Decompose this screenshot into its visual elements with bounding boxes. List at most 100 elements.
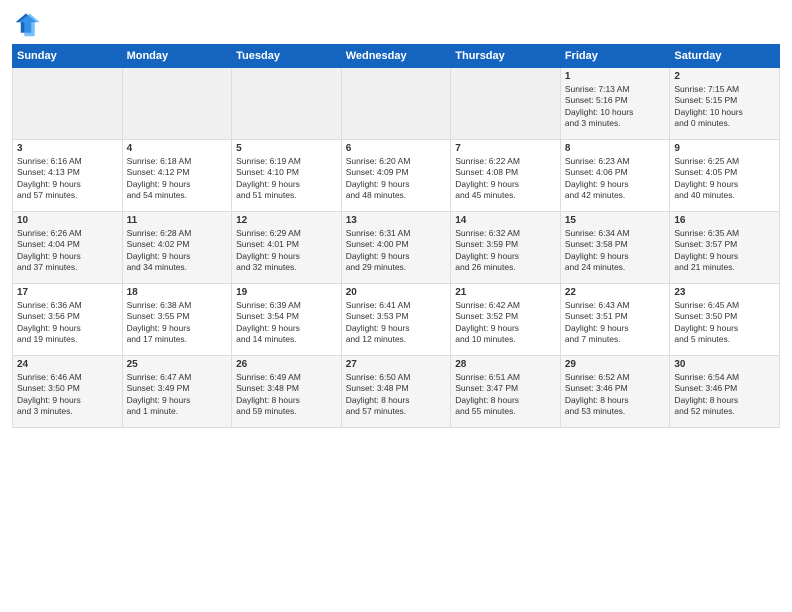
day-number: 19	[236, 287, 337, 298]
day-cell	[232, 68, 342, 140]
day-number: 14	[455, 215, 556, 226]
day-cell: 26Sunrise: 6:49 AMSunset: 3:48 PMDayligh…	[232, 356, 342, 428]
day-cell: 24 Sunrise: 6:46 AMSunset: 3:50 PMDayligh…	[13, 356, 123, 428]
day-info: Sunrise: 6:20 AMSunset: 4:09 PMDaylight:…	[346, 156, 447, 202]
day-info: Sunrise: 6:54 AMSunset: 3:46 PMDaylight:…	[674, 372, 775, 418]
day-cell: 12 Sunrise: 6:29 AMSunset: 4:01 PMDayligh…	[232, 212, 342, 284]
day-cell: 6 Sunrise: 6:20 AMSunset: 4:09 PMDaylight…	[341, 140, 451, 212]
day-info: Sunrise: 6:51 AMSunset: 3:47 PMDaylight:…	[455, 372, 556, 418]
day-number: 16	[674, 215, 775, 226]
day-cell: 17 Sunrise: 6:36 AMSunset: 3:56 PMDayligh…	[13, 284, 123, 356]
day-header-wednesday: Wednesday	[341, 45, 451, 68]
day-cell: 27Sunrise: 6:50 AMSunset: 3:48 PMDayligh…	[341, 356, 451, 428]
day-cell	[451, 68, 561, 140]
day-cell	[341, 68, 451, 140]
day-info: Sunrise: 6:31 AMSunset: 4:00 PMDaylight:…	[346, 228, 447, 274]
day-info: Sunrise: 6:42 AMSunset: 3:52 PMDaylight:…	[455, 300, 556, 346]
day-info: Sunrise: 6:28 AMSunset: 4:02 PMDaylight:…	[127, 228, 228, 274]
day-info: Sunrise: 6:26 AMSunset: 4:04 PMDaylight:…	[17, 228, 118, 274]
day-number: 3	[17, 143, 118, 154]
day-header-friday: Friday	[560, 45, 670, 68]
day-info: Sunrise: 6:23 AMSunset: 4:06 PMDaylight:…	[565, 156, 666, 202]
day-cell: 7 Sunrise: 6:22 AMSunset: 4:08 PMDaylight…	[451, 140, 561, 212]
day-cell: 14Sunrise: 6:32 AMSunset: 3:59 PMDayligh…	[451, 212, 561, 284]
day-number: 11	[127, 215, 228, 226]
week-row-3: 10 Sunrise: 6:26 AMSunset: 4:04 PMDayligh…	[13, 212, 780, 284]
day-number: 21	[455, 287, 556, 298]
day-cell: 29Sunrise: 6:52 AMSunset: 3:46 PMDayligh…	[560, 356, 670, 428]
day-number: 15	[565, 215, 666, 226]
day-info: Sunrise: 6:29 AMSunset: 4:01 PMDaylight:…	[236, 228, 337, 274]
day-number: 18	[127, 287, 228, 298]
day-info: Sunrise: 6:45 AMSunset: 3:50 PMDaylight:…	[674, 300, 775, 346]
day-cell: 19Sunrise: 6:39 AMSunset: 3:54 PMDayligh…	[232, 284, 342, 356]
page-container: SundayMondayTuesdayWednesdayThursdayFrid…	[0, 0, 792, 436]
day-header-sunday: Sunday	[13, 45, 123, 68]
day-header-monday: Monday	[122, 45, 232, 68]
day-info: Sunrise: 6:38 AMSunset: 3:55 PMDaylight:…	[127, 300, 228, 346]
day-number: 12	[236, 215, 337, 226]
day-cell	[122, 68, 232, 140]
logo-icon	[12, 10, 40, 38]
day-number: 13	[346, 215, 447, 226]
day-cell: 16 Sunrise: 6:35 AMSunset: 3:57 PMDayligh…	[670, 212, 780, 284]
day-number: 28	[455, 359, 556, 370]
day-header-thursday: Thursday	[451, 45, 561, 68]
week-row-4: 17 Sunrise: 6:36 AMSunset: 3:56 PMDayligh…	[13, 284, 780, 356]
day-info: Sunrise: 6:22 AMSunset: 4:08 PMDaylight:…	[455, 156, 556, 202]
header-row: SundayMondayTuesdayWednesdayThursdayFrid…	[13, 45, 780, 68]
day-info: Sunrise: 6:16 AMSunset: 4:13 PMDaylight:…	[17, 156, 118, 202]
day-number: 1	[565, 71, 666, 82]
day-cell: 30 Sunrise: 6:54 AMSunset: 3:46 PMDayligh…	[670, 356, 780, 428]
day-number: 2	[674, 71, 775, 82]
day-info: Sunrise: 6:25 AMSunset: 4:05 PMDaylight:…	[674, 156, 775, 202]
day-cell: 28 Sunrise: 6:51 AMSunset: 3:47 PMDayligh…	[451, 356, 561, 428]
day-number: 20	[346, 287, 447, 298]
day-number: 8	[565, 143, 666, 154]
week-row-2: 3 Sunrise: 6:16 AMSunset: 4:13 PMDaylight…	[13, 140, 780, 212]
day-info: Sunrise: 6:34 AMSunset: 3:58 PMDaylight:…	[565, 228, 666, 274]
day-number: 17	[17, 287, 118, 298]
day-cell: 10 Sunrise: 6:26 AMSunset: 4:04 PMDayligh…	[13, 212, 123, 284]
day-info: Sunrise: 7:15 AMSunset: 5:15 PMDaylight:…	[674, 84, 775, 130]
day-number: 30	[674, 359, 775, 370]
day-info: Sunrise: 6:41 AMSunset: 3:53 PMDaylight:…	[346, 300, 447, 346]
logo	[12, 10, 44, 38]
day-info: Sunrise: 6:18 AMSunset: 4:12 PMDaylight:…	[127, 156, 228, 202]
day-cell: 4 Sunrise: 6:18 AMSunset: 4:12 PMDaylight…	[122, 140, 232, 212]
day-cell: 11 Sunrise: 6:28 AMSunset: 4:02 PMDayligh…	[122, 212, 232, 284]
day-cell: 13 Sunrise: 6:31 AMSunset: 4:00 PMDayligh…	[341, 212, 451, 284]
header	[12, 10, 780, 38]
day-info: Sunrise: 6:43 AMSunset: 3:51 PMDaylight:…	[565, 300, 666, 346]
day-cell: 15 Sunrise: 6:34 AMSunset: 3:58 PMDayligh…	[560, 212, 670, 284]
day-header-tuesday: Tuesday	[232, 45, 342, 68]
day-number: 9	[674, 143, 775, 154]
calendar-table: SundayMondayTuesdayWednesdayThursdayFrid…	[12, 44, 780, 428]
day-number: 24	[17, 359, 118, 370]
day-cell: 2 Sunrise: 7:15 AMSunset: 5:15 PMDaylight…	[670, 68, 780, 140]
day-number: 23	[674, 287, 775, 298]
day-cell: 23 Sunrise: 6:45 AMSunset: 3:50 PMDayligh…	[670, 284, 780, 356]
day-number: 10	[17, 215, 118, 226]
day-info: Sunrise: 6:50 AMSunset: 3:48 PMDaylight:…	[346, 372, 447, 418]
day-cell: 1 Sunrise: 7:13 AMSunset: 5:16 PMDaylight…	[560, 68, 670, 140]
day-number: 4	[127, 143, 228, 154]
day-info: Sunrise: 6:49 AMSunset: 3:48 PMDaylight:…	[236, 372, 337, 418]
day-number: 6	[346, 143, 447, 154]
day-cell: 20 Sunrise: 6:41 AMSunset: 3:53 PMDayligh…	[341, 284, 451, 356]
day-cell: 22 Sunrise: 6:43 AMSunset: 3:51 PMDayligh…	[560, 284, 670, 356]
day-info: Sunrise: 6:35 AMSunset: 3:57 PMDaylight:…	[674, 228, 775, 274]
day-number: 22	[565, 287, 666, 298]
week-row-5: 24 Sunrise: 6:46 AMSunset: 3:50 PMDayligh…	[13, 356, 780, 428]
day-cell: 5Sunrise: 6:19 AMSunset: 4:10 PMDaylight…	[232, 140, 342, 212]
day-info: Sunrise: 7:13 AMSunset: 5:16 PMDaylight:…	[565, 84, 666, 130]
day-cell: 8 Sunrise: 6:23 AMSunset: 4:06 PMDaylight…	[560, 140, 670, 212]
day-info: Sunrise: 6:46 AMSunset: 3:50 PMDaylight:…	[17, 372, 118, 418]
day-cell: 3 Sunrise: 6:16 AMSunset: 4:13 PMDaylight…	[13, 140, 123, 212]
day-number: 29	[565, 359, 666, 370]
day-info: Sunrise: 6:36 AMSunset: 3:56 PMDaylight:…	[17, 300, 118, 346]
day-info: Sunrise: 6:19 AMSunset: 4:10 PMDaylight:…	[236, 156, 337, 202]
week-row-1: 1 Sunrise: 7:13 AMSunset: 5:16 PMDaylight…	[13, 68, 780, 140]
day-cell: 21 Sunrise: 6:42 AMSunset: 3:52 PMDayligh…	[451, 284, 561, 356]
day-number: 7	[455, 143, 556, 154]
